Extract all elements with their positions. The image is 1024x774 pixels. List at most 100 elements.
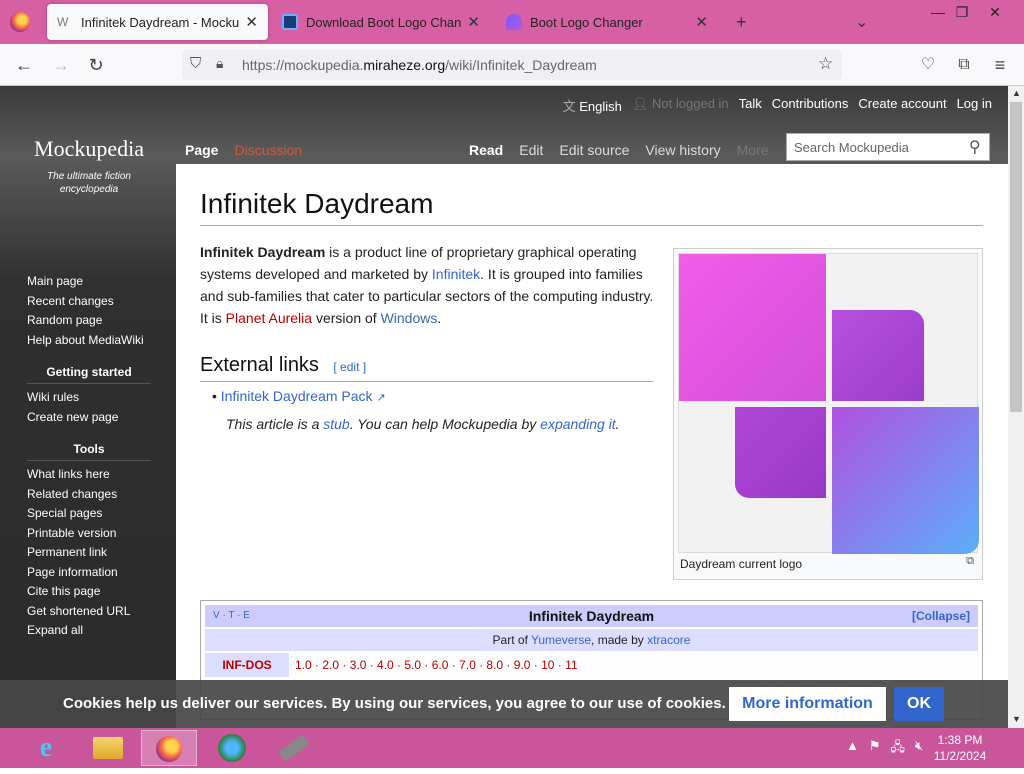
sidebar-item-create-new-page[interactable]: Create new page	[27, 408, 151, 428]
navigation-toolbar: ← → ↻ ⛉ 🔒︎ https://mockupedia.miraheze.o…	[0, 44, 1024, 86]
bookmark-star-icon[interactable]: ☆	[818, 54, 833, 74]
tab-infinitek-daydream[interactable]: W Infinitek Daydream - Mockupedia ✕	[47, 4, 268, 40]
firefox-menu-icon[interactable]	[10, 12, 30, 32]
tab-download-boot-logo-changer[interactable]: Download Boot Logo Changer ✕	[272, 4, 490, 40]
close-tab-icon[interactable]: ✕	[245, 13, 258, 31]
stub-text: This article is a	[226, 416, 324, 432]
talk-link[interactable]: Talk	[739, 96, 762, 115]
scrollbar[interactable]: ▲ ▼	[1008, 86, 1024, 728]
link-expanding-it[interactable]: expanding it	[540, 416, 616, 432]
maximize-button[interactable]: ❐	[947, 2, 977, 22]
file-explorer-icon[interactable]	[80, 730, 136, 766]
scroll-down-icon[interactable]: ▼	[1012, 714, 1021, 724]
collapse-button[interactable]: [Collapse]	[912, 605, 970, 627]
sidebar-item-main-page[interactable]: Main page	[27, 272, 151, 292]
reload-button[interactable]: ↻	[84, 53, 108, 77]
tab-view-history[interactable]: View history	[645, 142, 720, 158]
url-prefix: https://mockupedia.	[242, 57, 364, 73]
sidebar-item-what-links-here[interactable]: What links here	[27, 465, 151, 485]
sidebar-item-expand-all[interactable]: Expand all	[27, 621, 151, 641]
sidebar-item-printable-version[interactable]: Printable version	[27, 524, 151, 544]
address-bar[interactable]: ⛉ 🔒︎ https://mockupedia.miraheze.org/wik…	[182, 50, 842, 80]
language-link[interactable]: 文 English	[563, 96, 622, 115]
link-daydream-pack[interactable]: Infinitek Daydream Pack	[221, 388, 373, 404]
link-xtracore[interactable]: xtracore	[647, 633, 690, 647]
sidebar-item-related-changes[interactable]: Related changes	[27, 485, 151, 505]
shield-icon[interactable]: ⛉	[190, 55, 201, 72]
daydream-logo-image[interactable]	[678, 253, 979, 554]
infobox-caption: Daydream current logo	[680, 557, 803, 571]
tab-label: Boot Logo Changer	[530, 14, 643, 30]
close-tab-icon[interactable]: ✕	[695, 13, 708, 31]
tagline-line-1: The ultimate fiction	[47, 171, 131, 182]
infobox-image: Daydream current logo ⧉	[673, 248, 983, 580]
download-manager-icon[interactable]	[204, 730, 260, 766]
extensions-icon[interactable]: ⧉	[952, 53, 976, 77]
more-information-button[interactable]: More information	[729, 687, 886, 721]
sidebar-item-help[interactable]: Help about MediaWiki	[27, 331, 151, 351]
navbox-row-values[interactable]: 1.0 · 2.0 · 3.0 · 4.0 · 5.0 · 6.0 · 7.0 …	[295, 658, 578, 672]
action-center-flag-icon[interactable]: ⚑	[869, 738, 881, 760]
tab-edit[interactable]: Edit	[519, 142, 543, 158]
forward-button[interactable]: →	[49, 53, 73, 77]
translate-icon: 文	[562, 99, 576, 114]
show-hidden-icons-icon[interactable]: ▲	[846, 738, 859, 760]
site-logo[interactable]: Mockupedia The ultimate fiction encyclope…	[0, 136, 178, 196]
contributions-link[interactable]: Contributions	[772, 96, 849, 115]
hamburger-menu-icon[interactable]: ≡	[988, 53, 1012, 77]
close-tab-icon[interactable]: ✕	[467, 13, 480, 31]
list-all-tabs-button[interactable]: ⌄	[845, 4, 875, 40]
ok-button[interactable]: OK	[894, 687, 944, 721]
new-tab-button[interactable]: +	[726, 4, 756, 40]
tab-read[interactable]: Read	[469, 142, 503, 158]
internet-explorer-icon[interactable]: e	[18, 730, 74, 766]
tab-discussion[interactable]: Discussion	[234, 142, 302, 158]
edit-section-link[interactable]: [ edit ]	[333, 360, 366, 374]
login-link[interactable]: Log in	[957, 96, 992, 115]
network-icon[interactable]: 🖧︎	[891, 738, 906, 760]
sidebar-item-recent-changes[interactable]: Recent changes	[27, 292, 151, 312]
page-title: Infinitek Daydream	[200, 188, 434, 219]
logo-tagline: The ultimate fiction encyclopedia	[0, 170, 178, 196]
url-text[interactable]: https://mockupedia.miraheze.org/wiki/Inf…	[242, 57, 597, 73]
clock[interactable]: 1:38 PM 11/2/2024	[930, 732, 990, 764]
sidebar-item-wiki-rules[interactable]: Wiki rules	[27, 388, 151, 408]
tab-label: Infinitek Daydream - Mockupedia	[81, 14, 240, 30]
url-domain: miraheze.org	[363, 57, 446, 73]
link-yumeverse[interactable]: Yumeverse	[531, 633, 591, 647]
tab-edit-source[interactable]: Edit source	[559, 142, 629, 158]
navbox-subtitle-text: Part of	[492, 633, 532, 647]
sidebar-item-permanent-link[interactable]: Permanent link	[27, 543, 151, 563]
search-icon[interactable]: ⚲	[969, 137, 981, 157]
create-account-link[interactable]: Create account	[858, 96, 946, 115]
vte-links[interactable]: V · T · E	[213, 605, 250, 627]
link-infinitek[interactable]: Infinitek	[432, 266, 480, 282]
sidebar-heading-getting-started: Getting started	[27, 360, 151, 384]
search-input[interactable]: Search Mockupedia ⚲	[786, 133, 990, 161]
enlarge-icon[interactable]: ⧉	[966, 555, 974, 568]
sidebar-item-special-pages[interactable]: Special pages	[27, 504, 151, 524]
external-link-icon: ↗	[376, 392, 386, 404]
sidebar-item-random-page[interactable]: Random page	[27, 311, 151, 331]
close-window-button[interactable]: ✕	[980, 2, 1010, 22]
sidebar-item-cite-this-page[interactable]: Cite this page	[27, 582, 151, 602]
user-menu: 文 English 👤︎ Not logged in Talk Contribu…	[563, 96, 992, 115]
back-button[interactable]: ←	[12, 53, 36, 77]
sidebar-item-page-information[interactable]: Page information	[27, 563, 151, 583]
more-menu[interactable]: More	[737, 142, 769, 158]
link-stub[interactable]: stub	[323, 416, 349, 432]
tab-page[interactable]: Page	[185, 142, 218, 158]
link-windows[interactable]: Windows	[381, 310, 438, 326]
link-planet-aurelia[interactable]: Planet Aurelia	[226, 310, 312, 326]
scroll-up-icon[interactable]: ▲	[1012, 88, 1021, 98]
navbox-row-label[interactable]: INF-DOS	[205, 653, 289, 677]
scrollbar-thumb[interactable]	[1010, 102, 1022, 412]
tab-boot-logo-changer[interactable]: Boot Logo Changer ✕	[496, 4, 718, 40]
sidebar-item-get-shortened-url[interactable]: Get shortened URL	[27, 602, 151, 622]
usb-drive-icon[interactable]	[266, 730, 322, 766]
firefox-icon[interactable]	[141, 730, 197, 766]
volume-muted-icon[interactable]: 🔇︎	[915, 738, 923, 760]
user-icon: 👤︎	[631, 96, 649, 111]
pocket-icon[interactable]: ♡	[916, 53, 940, 77]
lock-icon[interactable]: 🔒︎	[216, 55, 223, 72]
